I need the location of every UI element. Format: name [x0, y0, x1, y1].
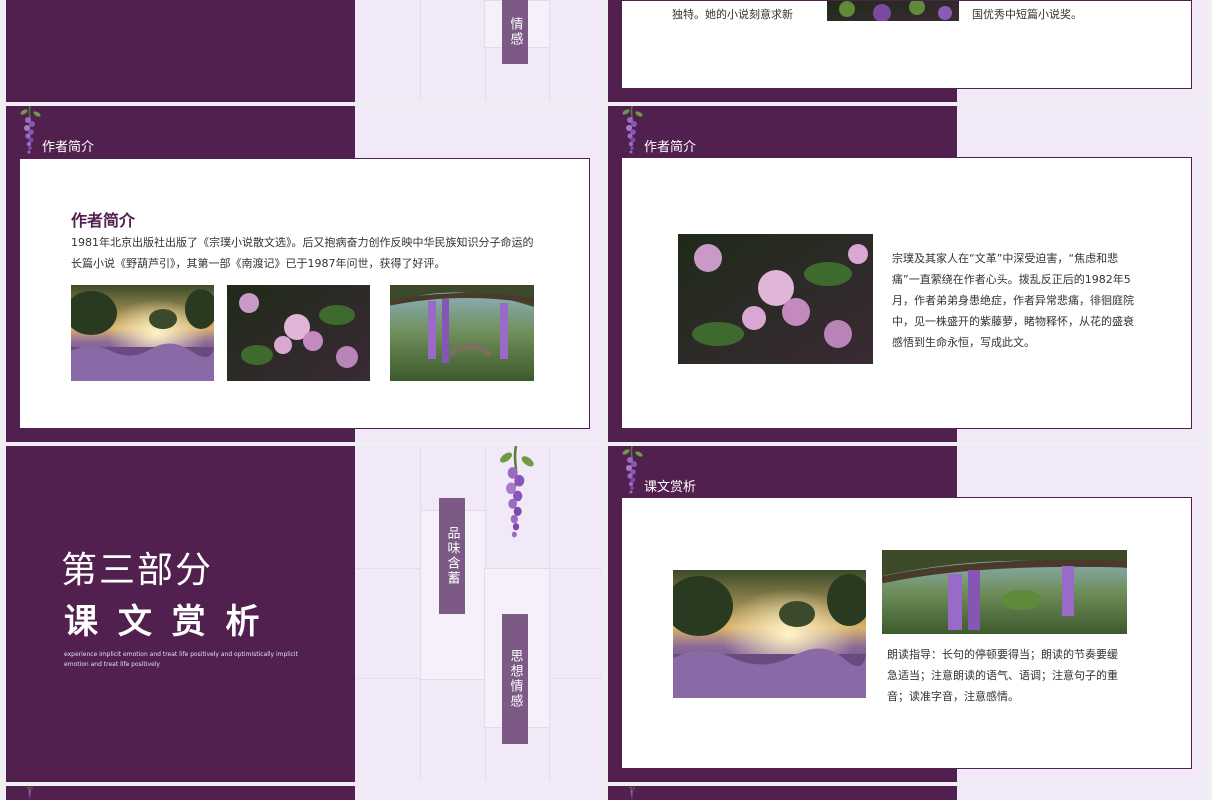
- slide-author-intro-1[interactable]: 作者简介 作者简介 1981年北京出版社出版了《宗璞小说散文选》。后又抱病奋力创…: [6, 106, 602, 442]
- body-text-right: 国优秀中短篇小说奖。: [972, 8, 1082, 21]
- pink-blossom-graphic: [227, 285, 370, 381]
- wisteria-icon: [614, 786, 650, 800]
- slide-header: 作者简介: [42, 140, 95, 155]
- slide-author-intro-2[interactable]: 作者简介 宗璞及其家人在“文革”中深受迫害，“焦虑和悲痛”一直萦绕在作者心头。拨…: [608, 106, 1206, 442]
- card-title: 作者简介: [71, 211, 136, 230]
- wisteria-icon: [486, 446, 546, 546]
- flower-photo: [827, 1, 959, 21]
- slide-partial-bottom-left[interactable]: [6, 786, 602, 800]
- content-card: 宗璞及其家人在“文革”中深受迫害，“焦虑和悲痛”一直萦绕在作者心头。拨乱反正后的…: [621, 157, 1192, 429]
- purple-band: [6, 786, 355, 800]
- part-label: 第三部分: [61, 550, 214, 591]
- tag-savor-subtlety: 品味含蓄: [439, 498, 465, 614]
- slide-partial-bottom-right[interactable]: [608, 786, 1206, 800]
- slide-partial-top-left[interactable]: 情感: [6, 0, 602, 102]
- pink-blossom-photo: [678, 234, 873, 364]
- content-card: 独特。她的小说刻意求新 国优秀中短篇小说奖。: [621, 0, 1192, 89]
- body-text: 1981年北京出版社出版了《宗璞小说散文选》。后又抱病奋力创作反映中华民族知识分…: [71, 236, 534, 270]
- slide-partial-top-right[interactable]: 独特。她的小说刻意求新 国优秀中短篇小说奖。: [608, 0, 1206, 102]
- slide-text-analysis[interactable]: 课文赏析 朗读指导：长句的停顿要得当；朗读的节奏要缓急适当；注意朗读的语气、语调…: [608, 446, 1206, 782]
- wisteria-bridge-photo: [390, 285, 534, 381]
- pink-blossom-graphic: [678, 234, 873, 364]
- sunset-meadow-graphic: [71, 285, 214, 381]
- wisteria-branch-photo: [882, 550, 1127, 634]
- slide-header: 课文赏析: [644, 480, 697, 495]
- sunset-meadow-photo: [71, 285, 214, 381]
- pink-blossom-photo: [227, 285, 370, 381]
- wisteria-branch-graphic: [882, 550, 1127, 634]
- slide-header: 作者简介: [644, 140, 697, 155]
- flower-photo-graphic: [827, 1, 959, 21]
- english-subtitle: experience implicit emotion and treat li…: [64, 651, 298, 668]
- content-card: 作者简介 1981年北京出版社出版了《宗璞小说散文选》。后又抱病奋力创作反映中华…: [19, 158, 590, 429]
- sunset-meadow-graphic: [673, 570, 866, 698]
- tag-emotion: 情感: [502, 0, 528, 64]
- tag-thought-emotion: 思想情感: [502, 614, 528, 744]
- sunset-meadow-photo: [673, 570, 866, 698]
- section-title: 课 文 赏 析: [64, 602, 264, 642]
- slide-section-3[interactable]: 第三部分 课 文 赏 析 experience implicit emotion…: [6, 446, 602, 782]
- wisteria-bridge-graphic: [390, 285, 534, 381]
- body-text: 宗璞及其家人在“文革”中深受迫害，“焦虑和悲痛”一直萦绕在作者心头。拨乱反正后的…: [892, 252, 1134, 349]
- body-text: 独特。她的小说刻意求新: [672, 8, 793, 21]
- wisteria-icon: [12, 786, 48, 800]
- grid-line: [420, 0, 421, 102]
- content-card: 朗读指导：长句的停顿要得当；朗读的节奏要缓急适当；注意朗读的语气、语调；注意句子…: [621, 497, 1192, 769]
- purple-band: [608, 786, 957, 800]
- purple-band: [6, 0, 355, 102]
- body-text: 朗读指导：长句的停顿要得当；朗读的节奏要缓急适当；注意朗读的语气、语调；注意句子…: [887, 648, 1118, 703]
